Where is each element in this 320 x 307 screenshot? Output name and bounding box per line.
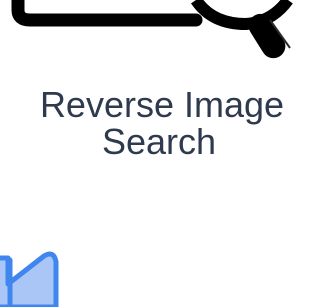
- tile-title-line1: Reverse Image: [39, 84, 285, 125]
- reverse-image-search-tile[interactable]: Reverse Image Search: [0, 0, 302, 307]
- tile-title-line2: Search: [101, 121, 217, 162]
- tile-title: Reverse Image Search: [0, 86, 302, 160]
- image-icon: [0, 251, 59, 307]
- magnifying-glass-icon: [11, 0, 293, 59]
